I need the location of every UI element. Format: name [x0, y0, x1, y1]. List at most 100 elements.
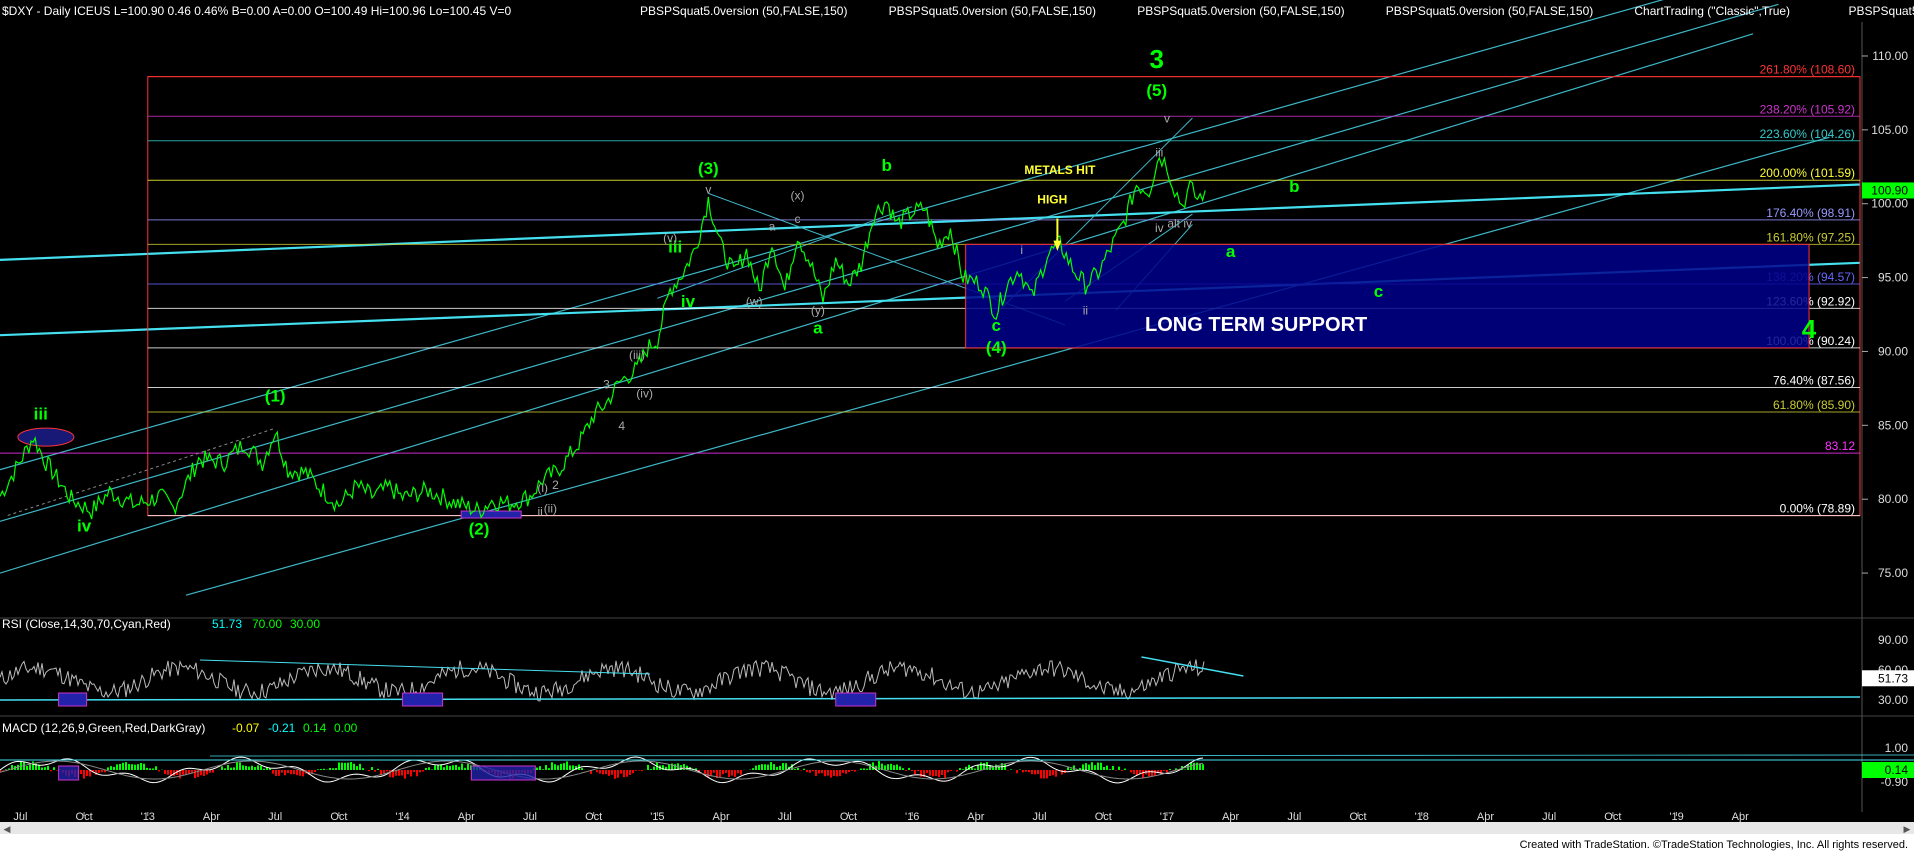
rsi-overbought: 70.00 — [252, 617, 282, 631]
wave-label: iv — [681, 292, 696, 311]
chart-canvas: 261.80% (108.60) 238.20% (105.92) 223.60% … — [0, 0, 1914, 823]
wave-label: i — [1020, 243, 1023, 257]
price-tick-label: 100.00 — [1871, 197, 1908, 211]
rsi-trendline — [199, 659, 651, 675]
wave-label: alt iv — [1167, 216, 1192, 230]
wave-label: c — [795, 212, 801, 226]
macd-title: MACD (12,26,9,Green,Red,DarkGray) — [2, 721, 205, 735]
wave-label: v — [705, 182, 711, 196]
wave-label: ii — [537, 504, 542, 518]
rsi-value-label: 51.73 — [1878, 671, 1908, 685]
symbol: $DXY — [2, 4, 33, 18]
rsi-highlight-box — [402, 692, 444, 707]
chart-header: $DXY - Daily ICEUS L=100.90 0.46 0.46% B… — [2, 4, 1914, 18]
wave-label: a — [1226, 242, 1236, 261]
study-label: PBSPSquat5.0version (50,FALSE,150) — [1386, 4, 1593, 18]
wave-label: iv — [1155, 221, 1164, 235]
wave-label: 3 — [1150, 44, 1164, 74]
rsi-tick-label: 90.00 — [1878, 633, 1908, 647]
wave-label: (1) — [265, 387, 286, 406]
fib-label: 161.80% (97.25) — [1766, 230, 1855, 244]
rsi-trendline — [1141, 656, 1244, 677]
wave-label: (4) — [986, 338, 1007, 357]
highlight-oval — [17, 427, 75, 447]
wave-label: (w) — [746, 295, 763, 309]
fib-label: 261.80% (108.60) — [1760, 63, 1855, 77]
wave-label: (ii) — [544, 501, 557, 515]
wave-label: iv — [77, 517, 92, 536]
macd-value: 0.00 — [334, 721, 358, 735]
macd-panel: MACD (12,26,9,Green,Red,DarkGray) -0.07 -0… — [0, 715, 1914, 789]
wave-label: 4 — [1802, 314, 1817, 344]
svg-text:$DXY - Daily ICEUS L=100.90: $DXY - Daily ICEUS L=100.90 0.46 0.46% B… — [2, 4, 511, 18]
wave-label: a — [769, 219, 776, 233]
rsi-panel: RSI (Close,14,30,70,Cyan,Red) 51.73 70.00 3… — [0, 617, 1914, 707]
price-tick-label: 80.00 — [1878, 492, 1908, 506]
wave-label: c — [992, 316, 1001, 335]
price-tick-label: 85.00 — [1878, 418, 1908, 432]
wave-label: iii — [1155, 145, 1163, 159]
study-label: PBSPSquat5.0version (50,FALSE,150) — [889, 4, 1096, 18]
price-tick-label: 110.00 — [1872, 49, 1908, 63]
trend-channel-line — [185, 136, 1830, 596]
fib-label: 238.20% (105.92) — [1760, 102, 1855, 116]
footer-credit: Created with TradeStation. ©TradeStation… — [0, 834, 1914, 856]
trend-channel-line — [657, 206, 913, 299]
fib-label: 223.60% (104.26) — [1760, 127, 1855, 141]
study-label: PBSPSquat5.0version (50,FALSE,150) — [640, 4, 847, 18]
fib-label: 0.00% (78.89) — [1780, 502, 1855, 516]
wave-label: c — [1374, 282, 1383, 301]
fib-label: 200.00% (101.59) — [1760, 166, 1855, 180]
wave-label: (5) — [1146, 81, 1167, 100]
last-price-label: 100.90 — [1871, 183, 1908, 197]
study-label: ChartTrading ("Classic",True) — [1634, 4, 1790, 18]
macd-value: -0.21 — [268, 721, 296, 735]
rsi-highlight-box — [835, 692, 877, 707]
wave-label: b — [881, 156, 891, 175]
support-zone-label: LONG TERM SUPPORT — [1145, 314, 1367, 336]
macd-tick-label: 1.00 — [1885, 741, 1909, 755]
wave-label: (3) — [698, 159, 719, 178]
fib-label: 61.80% (85.90) — [1773, 398, 1855, 412]
wave-label: (2) — [469, 520, 490, 539]
annotation-label: METALS HIT — [1024, 163, 1096, 177]
rsi-line — [0, 659, 1205, 702]
macd-highlight-box — [58, 765, 80, 781]
rsi-tick-label: 30.00 — [1878, 693, 1908, 707]
wave-label: 4 — [618, 419, 625, 433]
rsi-oversold: 30.00 — [290, 617, 320, 631]
wave-label: v — [1164, 111, 1170, 125]
macd-value: -0.07 — [232, 721, 260, 735]
support-zone-box — [965, 243, 1810, 349]
wave-label: (iii) — [629, 348, 645, 362]
macd-trendline — [209, 754, 1914, 757]
wave-label: iii — [34, 404, 48, 423]
fib-label: 83.12 — [1825, 439, 1855, 453]
study-label: PBSPSquat5.0version (50,FALSE,150) — [1137, 4, 1344, 18]
quote-info: - Daily ICEUS L=100.90 0.46 0.46% B=0.00… — [33, 4, 511, 18]
study-label: PBSPSquat5.0version — [1849, 4, 1914, 18]
wave-label: (y) — [811, 304, 825, 318]
price-tick-label: 105.00 — [1871, 123, 1908, 137]
wave-label: b — [1289, 177, 1299, 196]
support-zone: LONG TERM SUPPORT — [965, 243, 1810, 349]
fib-label: 76.40% (87.56) — [1773, 374, 1855, 388]
wave-label: (iv) — [636, 386, 653, 400]
annotation-label: HIGH — [1037, 193, 1067, 207]
wave-label: 3 — [603, 377, 610, 391]
rsi-value: 51.73 — [212, 617, 242, 631]
rsi-highlight-box — [58, 692, 88, 707]
wave-label: a — [813, 319, 823, 338]
rsi-title: RSI (Close,14,30,70,Cyan,Red) — [2, 617, 171, 631]
wave-label: (i) — [537, 481, 548, 495]
rsi-trendline — [0, 696, 1861, 701]
wave-label: (v) — [663, 231, 677, 245]
wave-label: 2 — [552, 478, 559, 492]
macd-highlight-box — [470, 765, 536, 781]
price-tick-label: 75.00 — [1878, 566, 1908, 580]
fib-label: 176.40% (98.91) — [1766, 206, 1855, 220]
wave-label: ii — [1083, 304, 1088, 318]
price-tick-label: 95.00 — [1878, 271, 1908, 285]
price-tick-label: 90.00 — [1878, 344, 1908, 358]
macd-value-label: 0.14 — [1885, 763, 1909, 777]
